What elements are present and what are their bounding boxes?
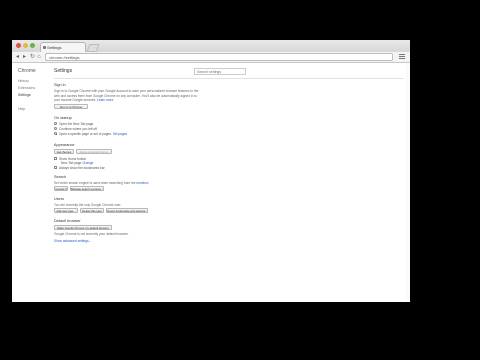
users-heading: Users [54, 197, 64, 201]
toolbar: ◂ ▸ ↻ ⌂ chrome://settings [12, 52, 410, 63]
scrollbar[interactable] [406, 63, 410, 302]
browser-window: Settings ◂ ▸ ↻ ⌂ chrome://settings Chrom… [12, 40, 410, 302]
settings-page: Chrome History Extensions Settings Help … [12, 63, 410, 302]
startup-specific-pages-label: Open a specific page or set of pages. Se… [59, 132, 127, 136]
startup-new-tab-label: Open the New Tab page [59, 121, 94, 126]
sidebar-item-help[interactable]: Help [18, 107, 25, 111]
reload-icon[interactable]: ↻ [30, 53, 35, 61]
home-icon[interactable]: ⌂ [37, 53, 41, 61]
bookmarks-bar-checkbox[interactable] [54, 166, 57, 169]
reset-theme-button[interactable]: Reset to default theme [76, 149, 112, 154]
show-home-button-label: Show Home button [59, 156, 87, 161]
settings-tab-icon [43, 46, 46, 49]
startup-specific-pages-radio[interactable] [54, 132, 57, 135]
sidebar-item-extensions[interactable]: Extensions [18, 86, 35, 90]
search-settings-input[interactable] [194, 68, 246, 75]
add-new-user-button[interactable]: Add new user... [54, 208, 78, 213]
sidebar: Chrome History Extensions Settings Help [12, 63, 52, 302]
change-home-link[interactable]: Change [82, 161, 93, 165]
search-engine-value: Google [55, 187, 65, 191]
on-startup-heading: On startup [54, 116, 72, 120]
search-text: Set which search engine is used when sea… [54, 181, 148, 185]
back-arrow-icon[interactable]: ◂ [16, 53, 19, 61]
import-bookmarks-button[interactable]: Import bookmarks and settings... [106, 208, 148, 213]
startup-continue-label: Continue where you left off [59, 126, 97, 131]
bookmarks-bar-label: Always show the bookmarks bar [59, 165, 105, 170]
new-tab-page-text: New Tab page Change [61, 161, 93, 165]
search-text-line: Set which search engine is used when sea… [54, 181, 136, 185]
set-pages-link[interactable]: Set pages [113, 132, 127, 136]
users-text: You are currently the only Google Chrome… [54, 203, 122, 207]
chevron-down-icon: ▾ [65, 187, 67, 191]
default-browser-text: Google Chrome is not currently your defa… [54, 232, 129, 236]
menu-icon[interactable] [399, 54, 405, 59]
page-title: Settings [54, 68, 73, 74]
maximize-window-button[interactable] [30, 43, 35, 48]
startup-continue-radio[interactable] [54, 127, 57, 130]
sign-in-to-chrome-button[interactable]: Sign in to Chrome [54, 104, 88, 109]
sign-in-text-line2: web and access them from Google Chrome o… [54, 93, 197, 98]
appearance-heading: Appearance [54, 143, 75, 147]
divider [54, 78, 404, 79]
new-tab-page-label: New Tab page [61, 161, 82, 165]
new-tab-button[interactable] [86, 44, 100, 52]
sign-in-text-line3-text: your favorite Google services. [54, 98, 97, 102]
settings-main: Settings Sign in Sign in to Google Chrom… [54, 63, 404, 302]
sign-in-text-line1: Sign in to Google Chrome with your Googl… [54, 89, 199, 93]
delete-user-button[interactable]: Delete this user [80, 208, 104, 213]
sidebar-item-history[interactable]: History [18, 79, 29, 83]
sign-in-heading: Sign in [54, 83, 66, 87]
get-themes-button[interactable]: Get themes [54, 149, 74, 154]
address-bar[interactable]: chrome://settings [45, 53, 393, 61]
tab-title: Settings [47, 45, 62, 50]
minimize-window-button[interactable] [23, 43, 28, 48]
sidebar-item-settings[interactable]: Settings [18, 93, 31, 97]
startup-specific-pages-text: Open a specific page or set of pages. [59, 131, 112, 136]
show-home-button-checkbox[interactable] [54, 157, 57, 160]
learn-more-link[interactable]: Learn more [97, 98, 113, 102]
close-window-button[interactable] [16, 43, 21, 48]
sign-in-text-line3: your favorite Google services. Learn mor… [54, 98, 113, 102]
search-engine-select[interactable]: Google ▾ [54, 186, 68, 191]
omnibox-link[interactable]: omnibox [136, 181, 148, 185]
sidebar-brand: Chrome [18, 68, 36, 74]
tab-settings[interactable]: Settings [40, 42, 86, 52]
search-heading: Search [54, 175, 67, 179]
manage-search-engines-button[interactable]: Manage search engines... [70, 186, 104, 191]
forward-arrow-icon[interactable]: ▸ [23, 53, 26, 61]
make-default-browser-button[interactable]: Make Google Chrome my default browser [54, 225, 112, 230]
show-advanced-settings-link[interactable]: Show advanced settings... [54, 239, 91, 243]
default-browser-heading: Default browser [54, 219, 81, 223]
startup-new-tab-radio[interactable] [54, 122, 57, 125]
